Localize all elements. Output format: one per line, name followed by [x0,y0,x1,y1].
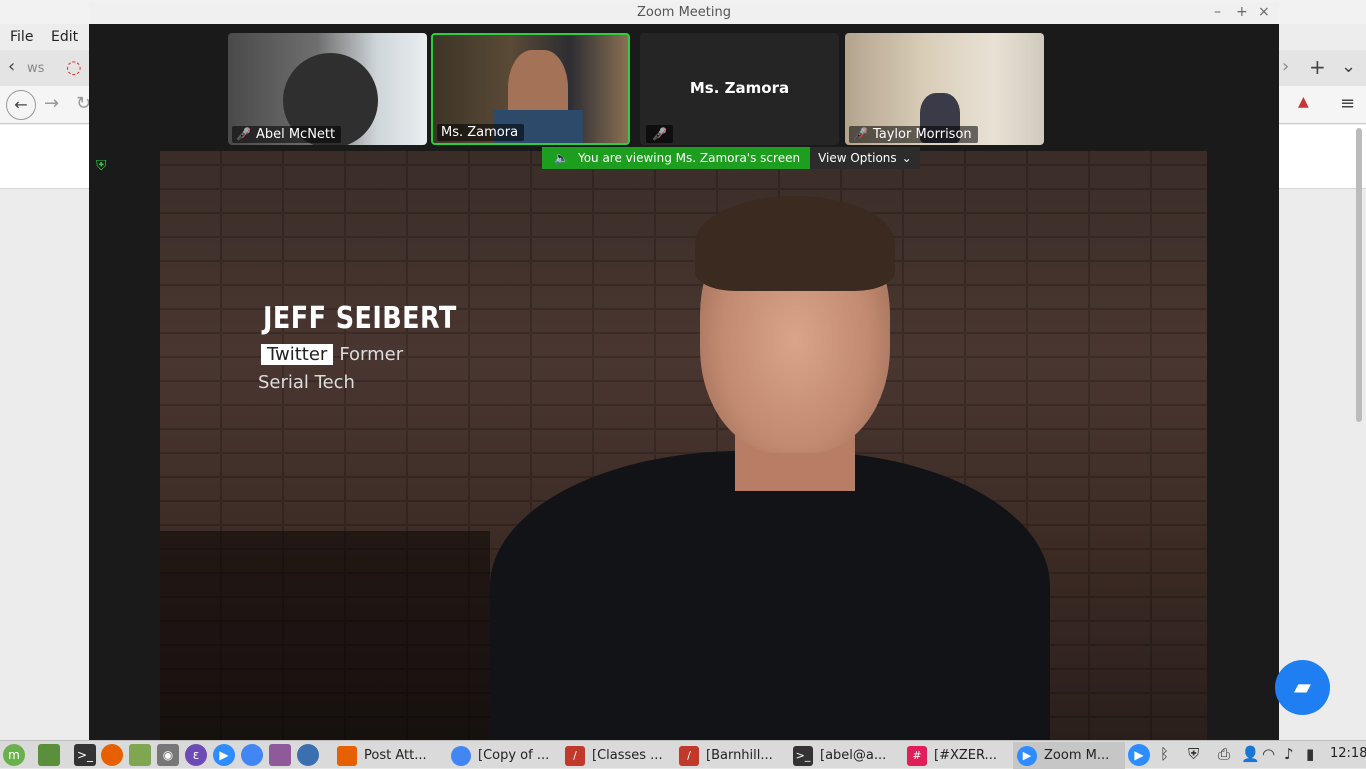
shared-screen: JEFF SEIBERT Twitter Former Serial Tech [160,151,1207,740]
zoom-titlebar: Zoom Meeting [89,2,1279,24]
back-icon[interactable]: ← [6,90,36,120]
files-icon[interactable] [129,744,151,766]
video-caption-role: Serial Tech [258,372,355,393]
mic-muted-icon: 🎤̸ [236,127,251,141]
extension-icon[interactable]: ▲ [1298,94,1309,110]
user-icon[interactable]: 👤 [1241,745,1260,763]
show-desktop-icon[interactable] [38,744,60,766]
wifi-icon[interactable]: ◠ [1262,745,1275,763]
shield-tray-icon[interactable]: ⛨ [1188,745,1199,763]
tab-scroll-left-icon[interactable]: ‹ [8,56,15,77]
document-icon: / [565,745,585,766]
chat-icon: ▰ [1294,675,1311,700]
viewing-indicator: 🔈 You are viewing Ms. Zamora's screen [542,147,811,169]
menu-file[interactable]: File [10,29,33,45]
participant-name-card: Ms. Zamora [689,79,790,97]
participant-tile-taylor[interactable]: 🎤̸ Taylor Morrison [845,33,1044,145]
volume-icon[interactable]: ♪ [1284,745,1294,763]
firefox-icon [337,745,357,766]
tab-scroll-right-icon[interactable]: › [1282,56,1289,77]
maximize-icon[interactable]: + [1236,4,1248,20]
battery-icon[interactable]: ▮ [1306,745,1314,763]
chrome-icon[interactable] [241,744,263,766]
speaker-icon: 🔈 [554,151,569,165]
terminal-icon: >_ [793,745,813,766]
video-caption-company: Twitter [261,344,334,365]
participant-tile-abel[interactable]: 🎤̸ Abel McNett [228,33,427,145]
mic-muted-icon: 🎤̸ [646,125,673,143]
participant-tile-zamora-video[interactable]: Ms. Zamora [431,33,630,145]
task-classes[interactable]: / [Classes ... [561,742,671,769]
mic-muted-icon: 🎤̸ [853,127,868,141]
terminal-icon[interactable]: >_ [74,744,96,766]
zoom-tray-icon[interactable]: ▶ [1128,744,1150,766]
participant-label: 🎤̸ Abel McNett [232,126,342,143]
taskbar: m >_ ◉ ε ▶ Post Att... [Copy of ... / [Cl… [0,740,1366,769]
screen-share-banner: 🔈 You are viewing Ms. Zamora's screen Vi… [542,147,920,169]
security-shield-icon[interactable]: ⛨ [96,158,112,176]
task-copy-of[interactable]: [Copy of ... [447,742,557,769]
video-caption-former: Former [339,344,404,365]
window-title: Zoom Meeting [636,5,732,20]
participant-tile-zamora-name[interactable]: Ms. Zamora 🎤̸ [640,33,839,145]
task-slack[interactable]: # [#XZER... [903,742,1013,769]
mint-menu-icon[interactable]: m [3,744,25,766]
loading-icon: ◌ [66,57,82,78]
zoom-window: Zoom Meeting – + × 🎤̸ Abel McNett Ms. Zam… [89,2,1279,740]
menu-icon[interactable]: ≡ [1340,93,1355,114]
chrome-icon [451,745,471,766]
app-icon[interactable] [297,744,319,766]
chevron-down-icon[interactable]: ⌄ [1341,56,1356,77]
camera-icon[interactable]: ◉ [157,744,179,766]
tab-fragment[interactable]: ws [27,61,44,76]
chat-bubble-button[interactable]: ▰ [1275,660,1330,715]
emacs-icon[interactable]: ε [185,744,207,766]
bluetooth-icon[interactable]: ᛒ [1160,745,1169,763]
task-zoom-meeting[interactable]: ▶ Zoom M... [1013,742,1125,769]
participant-label: Ms. Zamora [437,124,525,141]
zoom-icon[interactable]: ▶ [213,744,235,766]
minimize-icon[interactable]: – [1214,4,1221,20]
zoom-icon: ▶ [1017,745,1037,766]
menu-edit[interactable]: Edit [51,29,78,45]
task-post-att[interactable]: Post Att... [333,742,443,769]
view-options-button[interactable]: View Options ⌄ [810,147,920,169]
task-terminal[interactable]: >_ [abel@a... [789,742,899,769]
video-caption-name: JEFF SEIBERT [263,301,457,336]
document-icon: / [679,745,699,766]
task-barnhill[interactable]: / [Barnhill... [675,742,785,769]
firefox-icon[interactable] [101,744,123,766]
page-scrollbar[interactable] [1356,128,1362,422]
notes-icon[interactable] [269,744,291,766]
forward-icon[interactable]: → [44,93,59,114]
video-caption-row: Twitter Former [261,344,403,365]
slack-icon: # [907,745,927,766]
speaker-body [490,451,1050,740]
chevron-down-icon: ⌄ [901,151,912,165]
printer-icon[interactable]: ⎙ [1218,745,1230,763]
new-tab-icon[interactable]: + [1309,55,1326,79]
close-icon[interactable]: × [1258,4,1270,20]
participant-label: 🎤̸ Taylor Morrison [849,126,978,143]
clock[interactable]: 12:18 [1330,746,1366,761]
